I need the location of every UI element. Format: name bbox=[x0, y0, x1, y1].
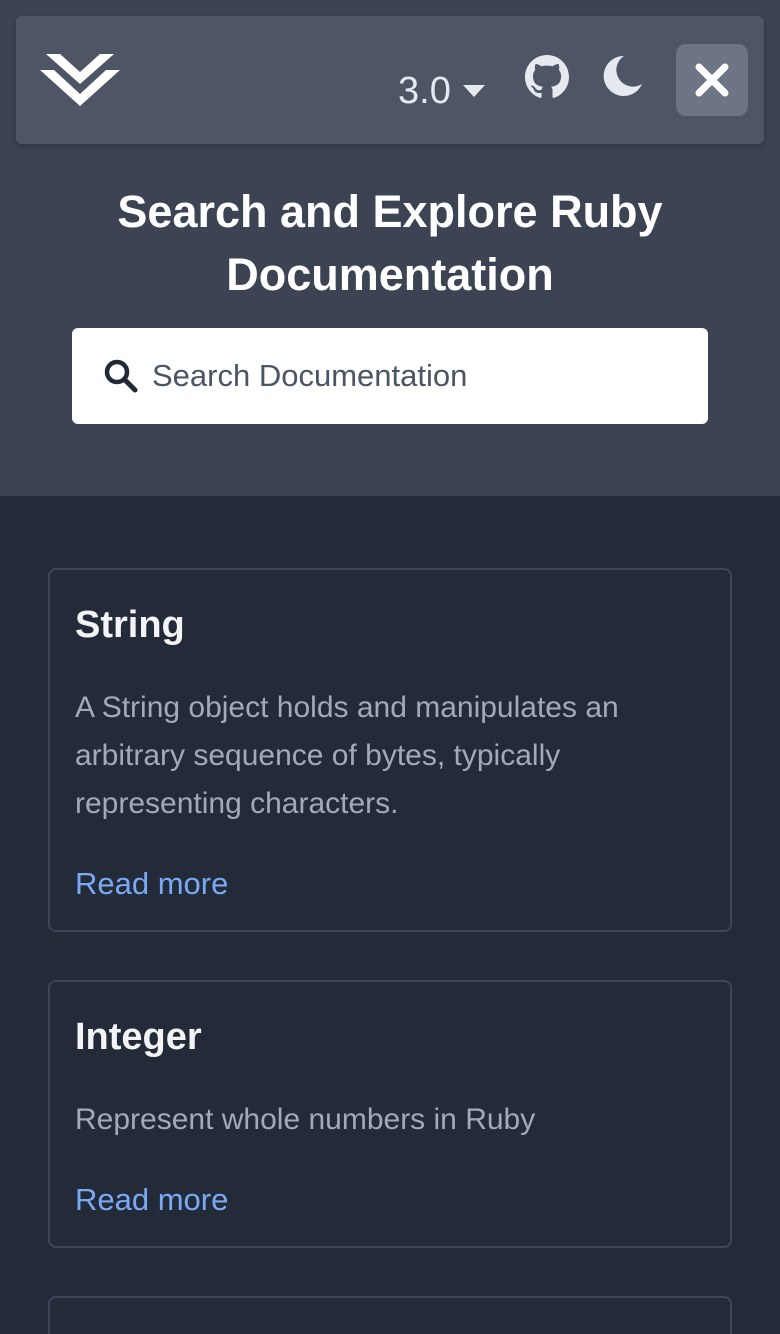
search-input[interactable] bbox=[152, 358, 672, 394]
chevron-logo-icon[interactable] bbox=[40, 54, 120, 106]
github-icon[interactable] bbox=[525, 55, 569, 99]
card-title: String bbox=[75, 604, 185, 646]
close-icon bbox=[695, 63, 729, 97]
card-description: Represent whole numbers in Ruby bbox=[75, 1103, 536, 1136]
moon-icon[interactable] bbox=[600, 54, 644, 98]
search-box[interactable] bbox=[72, 328, 708, 424]
card-title: Integer bbox=[75, 1016, 202, 1058]
doc-card-string: String A String object holds and manipul… bbox=[48, 568, 732, 932]
search-icon bbox=[104, 359, 138, 393]
top-navigation-bar: 3.0 bbox=[16, 16, 764, 144]
doc-card-partial bbox=[48, 1296, 732, 1334]
page-title: Search and Explore Ruby Documentation bbox=[117, 186, 663, 300]
hero-section: 3.0 Search and Explore Ruby Documentatio… bbox=[0, 0, 780, 496]
close-button[interactable] bbox=[676, 44, 748, 116]
version-selector[interactable]: 3.0 bbox=[398, 72, 485, 110]
doc-card-integer: Integer Represent whole numbers in Ruby … bbox=[48, 980, 732, 1248]
version-label: 3.0 bbox=[398, 70, 451, 112]
read-more-link[interactable]: Read more bbox=[75, 1184, 228, 1215]
caret-down-icon bbox=[462, 85, 485, 97]
read-more-link[interactable]: Read more bbox=[75, 868, 228, 899]
card-description: A String object holds and manipulates an… bbox=[75, 691, 619, 820]
